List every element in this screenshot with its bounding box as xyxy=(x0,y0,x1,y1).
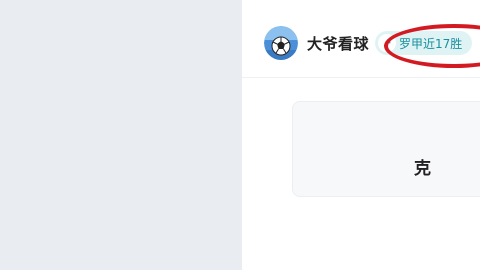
trend-icon: ↗ xyxy=(378,34,397,52)
soccer-ball-avatar-icon xyxy=(264,26,298,60)
left-blank-panel xyxy=(0,0,242,270)
content-card[interactable] xyxy=(292,101,480,197)
author-row: 大爷看球 ↗ 罗甲近17胜 xyxy=(264,26,473,60)
author-name[interactable]: 大爷看球 xyxy=(307,33,369,54)
header-divider xyxy=(242,77,480,78)
article-main: 大爷看球 ↗ 罗甲近17胜 克 xyxy=(242,0,480,270)
author-avatar[interactable] xyxy=(264,26,298,60)
badge-text: 罗甲近17胜 xyxy=(399,36,463,51)
card-text: 克 xyxy=(414,159,431,179)
author-badge[interactable]: ↗ 罗甲近17胜 xyxy=(375,31,473,55)
page: 大爷看球 ↗ 罗甲近17胜 克 xyxy=(0,0,480,270)
